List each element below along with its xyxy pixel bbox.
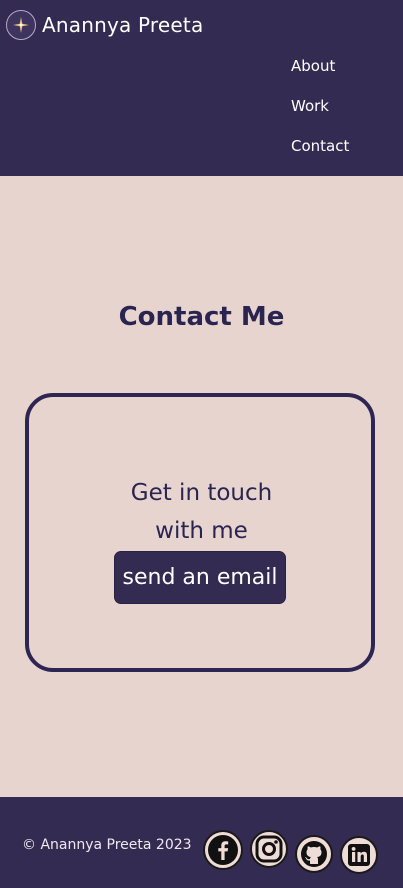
brand-link[interactable]: Anannya Preeta [6, 10, 203, 40]
linkedin-icon [346, 842, 372, 868]
page-title: Contact Me [118, 302, 285, 332]
facebook-icon [205, 832, 241, 868]
site-header: Anannya Preeta About Work Contact [0, 0, 403, 176]
nav-item-contact[interactable]: Contact [291, 136, 349, 156]
nav-item-work[interactable]: Work [291, 96, 349, 116]
instagram-link[interactable] [250, 830, 288, 868]
github-icon [299, 839, 329, 869]
linkedin-link[interactable] [340, 836, 378, 874]
facebook-link[interactable] [203, 830, 243, 870]
brand-name: Anannya Preeta [42, 13, 204, 37]
send-email-button[interactable]: send an email [114, 551, 286, 604]
copyright-text: © Anannya Preeta 2023 [22, 837, 192, 853]
page: Anannya Preeta About Work Contact Contac… [0, 0, 403, 888]
main-nav: About Work Contact [291, 56, 349, 156]
site-footer: © Anannya Preeta 2023 [0, 797, 403, 888]
nav-item-about[interactable]: About [291, 56, 349, 76]
instagram-icon [254, 834, 284, 864]
contact-card-text: Get in touch with me [130, 480, 273, 544]
logo-icon [6, 10, 36, 40]
github-link[interactable] [295, 835, 333, 873]
